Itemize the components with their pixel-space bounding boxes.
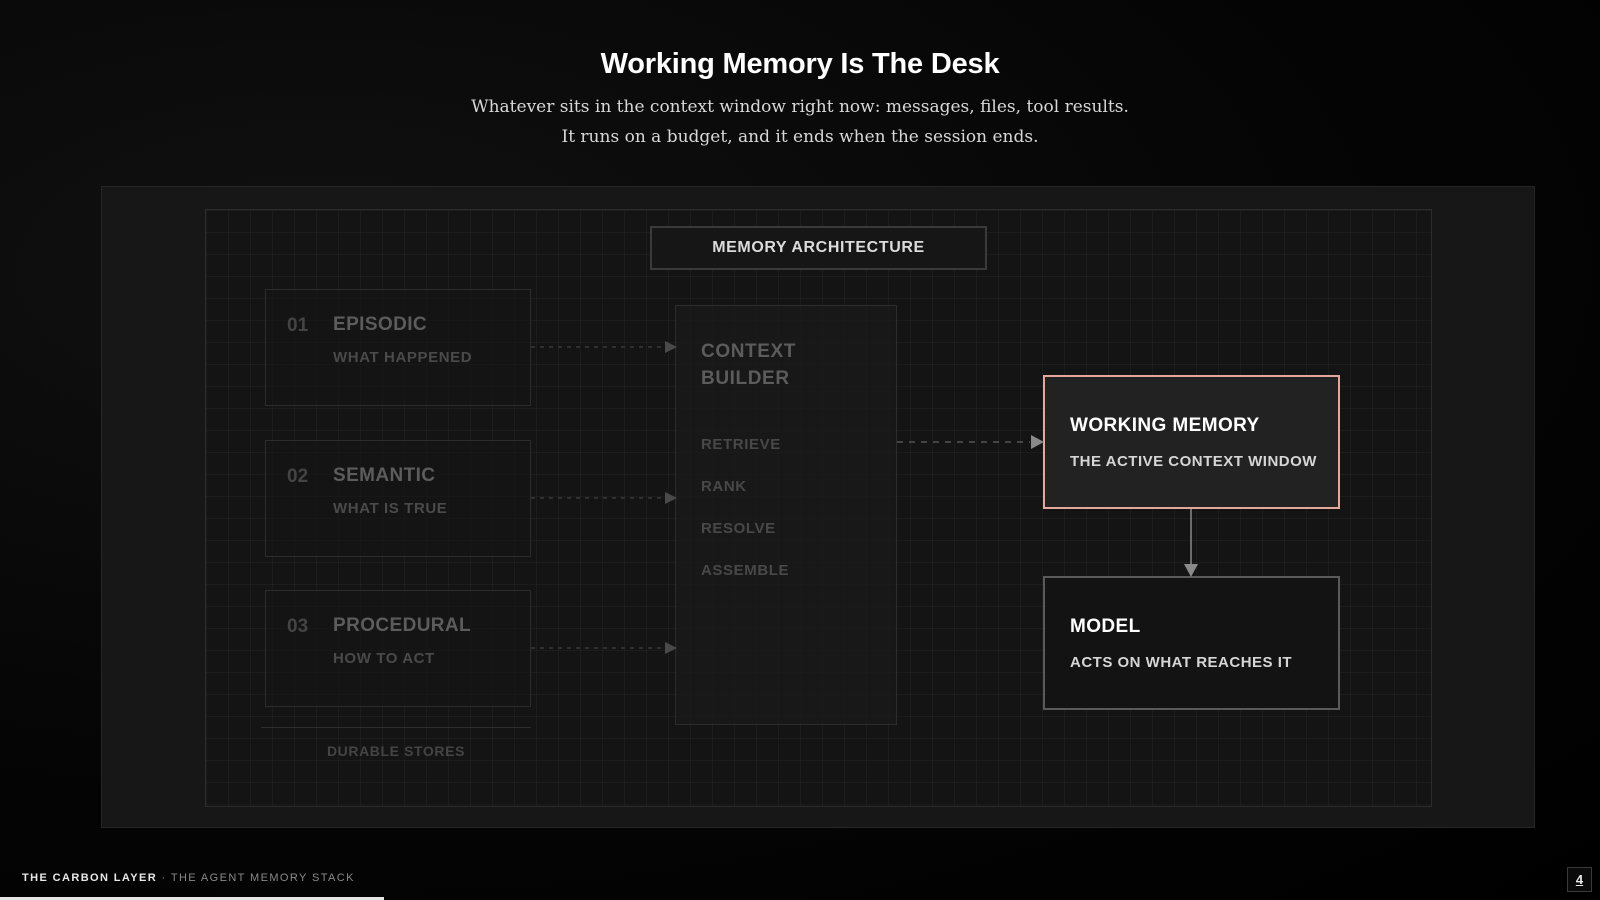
builder-step-resolve: RESOLVE (701, 520, 776, 537)
builder-step-retrieve: RETRIEVE (701, 436, 781, 453)
slide-title: Working Memory Is The Desk (600, 48, 1000, 80)
store-name: SEMANTIC (333, 465, 436, 486)
model-title: MODEL (1070, 616, 1141, 637)
context-builder-box: CONTEXT BUILDER RETRIEVE RANK RESOLVE AS… (675, 305, 897, 725)
working-memory-description: THE ACTIVE CONTEXT WINDOW (1070, 453, 1317, 470)
store-number: 01 (287, 315, 309, 336)
working-memory-box: WORKING MEMORY THE ACTIVE CONTEXT WINDOW (1043, 375, 1340, 509)
page-number[interactable]: 4 (1567, 867, 1592, 892)
working-memory-title: WORKING MEMORY (1070, 415, 1260, 436)
store-episodic: 01 EPISODIC WHAT HAPPENED (265, 289, 531, 406)
footer-deck-title: THE AGENT MEMORY STACK (170, 872, 355, 884)
store-semantic: 02 SEMANTIC WHAT IS TRUE (265, 440, 531, 557)
store-number: 03 (287, 616, 309, 637)
store-name: PROCEDURAL (333, 615, 472, 636)
slide-subtitle-line-2: It runs on a budget, and it ends when th… (561, 127, 1039, 147)
footer-label: THE CARBON LAYER · THE AGENT MEMORY STAC… (22, 872, 355, 884)
store-procedural: 03 PROCEDURAL HOW TO ACT (265, 590, 531, 707)
durable-stores-divider (261, 727, 531, 728)
footer-brand: THE CARBON LAYER (22, 872, 158, 884)
store-description: WHAT HAPPENED (333, 349, 473, 366)
store-name: EPISODIC (333, 314, 427, 335)
store-description: WHAT IS TRUE (333, 500, 448, 517)
model-description: ACTS ON WHAT REACHES IT (1070, 654, 1293, 671)
slide-subtitle-line-1: Whatever sits in the context window righ… (471, 97, 1129, 117)
context-builder-title: CONTEXT BUILDER (701, 338, 881, 392)
memory-architecture-heading: MEMORY ARCHITECTURE (650, 226, 987, 270)
builder-step-rank: RANK (701, 478, 747, 495)
store-number: 02 (287, 466, 309, 487)
store-description: HOW TO ACT (333, 650, 435, 667)
context-builder-title-line-1: CONTEXT (701, 341, 796, 362)
durable-stores-caption: DURABLE STORES (326, 743, 466, 759)
context-builder-title-line-2: BUILDER (701, 368, 790, 389)
builder-step-assemble: ASSEMBLE (701, 562, 790, 579)
model-box: MODEL ACTS ON WHAT REACHES IT (1043, 576, 1340, 710)
footer-separator: · (157, 872, 171, 884)
